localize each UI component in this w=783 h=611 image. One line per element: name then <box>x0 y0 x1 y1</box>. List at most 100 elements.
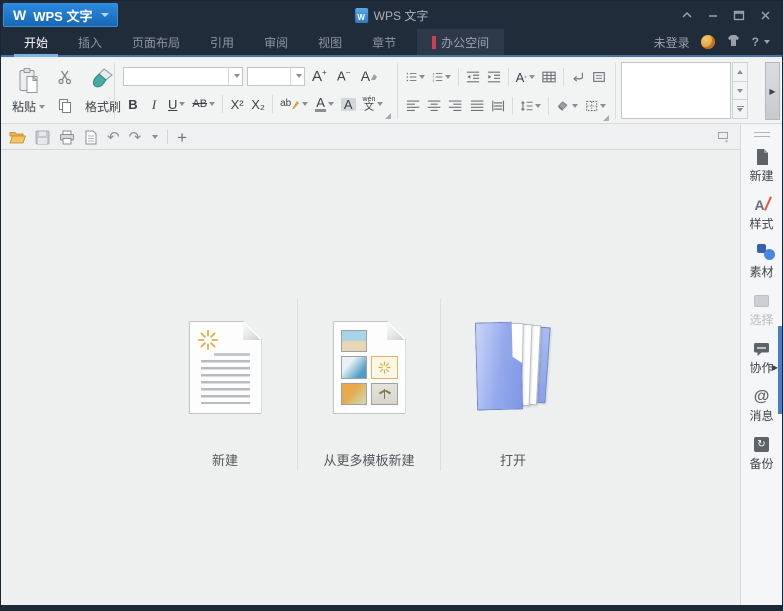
paste-button[interactable]: 粘贴 <box>7 63 50 119</box>
quickbar-customize-button[interactable] <box>150 127 159 147</box>
highlight-button[interactable]: ab <box>277 93 311 115</box>
wps-menu-button[interactable]: W WPS 文字 <box>3 3 119 27</box>
line-spacing-icon <box>521 101 533 111</box>
print-preview-button[interactable] <box>84 127 98 147</box>
group-separator <box>114 63 115 119</box>
open-document-action[interactable]: 打开 <box>441 299 585 471</box>
sidebar-item-select[interactable]: 选择 <box>741 291 782 326</box>
paint-bucket-icon <box>558 101 568 112</box>
distribute-button[interactable] <box>488 95 508 117</box>
pinyin-guide-button[interactable]: wén 文 <box>360 93 387 115</box>
panel-expand-arrow-icon[interactable]: ▶ <box>772 363 778 372</box>
tab-page-layout[interactable]: 页面布局 <box>117 29 195 55</box>
redo-button[interactable]: ↷ <box>129 127 142 147</box>
titlebar-right-tools: 未登录 ? <box>654 29 782 55</box>
shrink-font-button[interactable]: A− <box>334 65 354 87</box>
tab-office-space[interactable]: 办公空间 <box>417 29 505 55</box>
subscript-button[interactable]: X₂ <box>248 93 268 115</box>
indent-icon <box>487 71 500 83</box>
shading-fill-button[interactable] <box>553 95 580 117</box>
skin-theme-icon[interactable] <box>700 35 715 49</box>
tab-view[interactable]: 视图 <box>303 29 357 55</box>
gallery-more-button[interactable] <box>732 100 748 120</box>
numbering-button[interactable] <box>429 66 454 88</box>
char-shading-button[interactable]: A <box>338 93 359 115</box>
maximize-button[interactable] <box>726 4 752 26</box>
sidebar-item-material[interactable]: 素材 <box>741 243 782 278</box>
sidebar-handle[interactable] <box>753 132 770 137</box>
numbered-list-icon <box>432 72 443 82</box>
gallery-scroll-up-button[interactable] <box>732 62 748 82</box>
bullet-list-icon <box>406 72 417 82</box>
ribbon-home: 粘贴 格式刷 A+ A− A B I U AB X² X₂ ab A A wén… <box>1 59 782 124</box>
decrease-indent-button[interactable] <box>463 66 483 88</box>
font-name-combobox[interactable] <box>123 66 243 86</box>
text-box-button[interactable] <box>589 66 609 88</box>
tab-references[interactable]: 引用 <box>195 29 249 55</box>
gallery-scroll-down-button[interactable] <box>732 81 748 101</box>
bullets-button[interactable] <box>403 66 428 88</box>
line-spacing-button[interactable] <box>517 95 544 117</box>
window-controls <box>674 1 778 29</box>
new-tab-button[interactable]: + <box>177 127 187 147</box>
new-doc-icon <box>756 148 768 165</box>
justify-button[interactable] <box>467 95 487 117</box>
collapse-ribbon-button[interactable] <box>674 4 700 26</box>
paragraph-dialog-launcher[interactable] <box>603 115 609 121</box>
chevron-down-icon <box>290 67 304 85</box>
align-center-button[interactable] <box>424 95 444 117</box>
clear-format-button[interactable]: A <box>358 65 381 87</box>
collapsed-panel-bar[interactable] <box>778 326 782 414</box>
sidebar-item-new[interactable]: 新建 <box>741 147 782 182</box>
close-button[interactable] <box>752 4 778 26</box>
font-dialog-launcher[interactable] <box>385 113 391 119</box>
copy-button[interactable] <box>54 94 76 116</box>
task-pane-expand-button[interactable]: ▶ <box>765 62 780 120</box>
ribbon-display-toggle[interactable] <box>717 127 741 147</box>
text-tool-button[interactable]: A <box>513 66 539 88</box>
scissors-icon <box>58 70 72 85</box>
help-button[interactable]: ? <box>752 35 770 49</box>
print-button[interactable] <box>59 127 75 147</box>
tab-section[interactable]: 章节 <box>357 29 411 55</box>
bold-button[interactable]: B <box>123 93 143 115</box>
increase-indent-button[interactable] <box>484 66 504 88</box>
tab-home[interactable]: 开始 <box>9 29 63 57</box>
font-size-combobox[interactable] <box>247 66 305 86</box>
red-flag-icon <box>432 35 437 49</box>
sidebar-item-styles[interactable]: A 样式 <box>741 195 782 230</box>
borders-button[interactable] <box>582 95 609 117</box>
grow-font-button[interactable]: A+ <box>309 65 330 87</box>
triangle-up-icon <box>737 69 743 74</box>
italic-button[interactable]: I <box>144 93 164 115</box>
align-right-button[interactable] <box>445 95 465 117</box>
save-button[interactable] <box>35 127 50 147</box>
tab-review[interactable]: 审阅 <box>249 29 303 55</box>
superscript-button[interactable]: X² <box>227 93 247 115</box>
triangle-down-icon <box>737 88 743 93</box>
font-color-button[interactable]: A <box>312 93 337 115</box>
new-from-template-action[interactable]: 从更多模板新建 <box>297 299 441 471</box>
underline-button[interactable]: U <box>165 93 188 115</box>
sidebar-item-message[interactable]: @ 消息 <box>741 387 782 422</box>
line-break-button[interactable] <box>568 66 588 88</box>
undo-button[interactable]: ↶ <box>107 127 120 147</box>
cut-button[interactable] <box>54 66 76 88</box>
strikethrough-button[interactable]: AB <box>189 93 218 115</box>
styles-a-icon: A <box>754 195 772 213</box>
open-file-button[interactable] <box>9 127 26 147</box>
format-painter-button[interactable]: 格式刷 <box>80 63 126 119</box>
sidebar-item-backup[interactable]: ↻ 备份 <box>741 435 782 470</box>
styles-gallery[interactable] <box>621 62 731 119</box>
tab-insert[interactable]: 插入 <box>63 29 117 55</box>
insert-table-button[interactable] <box>539 66 559 88</box>
change-skin-icon[interactable] <box>726 34 741 50</box>
minimize-button[interactable] <box>700 4 726 26</box>
cut-copy-column <box>54 63 76 119</box>
login-status[interactable]: 未登录 <box>654 34 690 51</box>
print-preview-icon <box>85 130 97 144</box>
wps-doc-icon: W <box>354 7 368 23</box>
sparkle-icon <box>524 75 528 79</box>
new-document-action[interactable]: 新建 <box>153 299 297 471</box>
align-left-button[interactable] <box>403 95 423 117</box>
